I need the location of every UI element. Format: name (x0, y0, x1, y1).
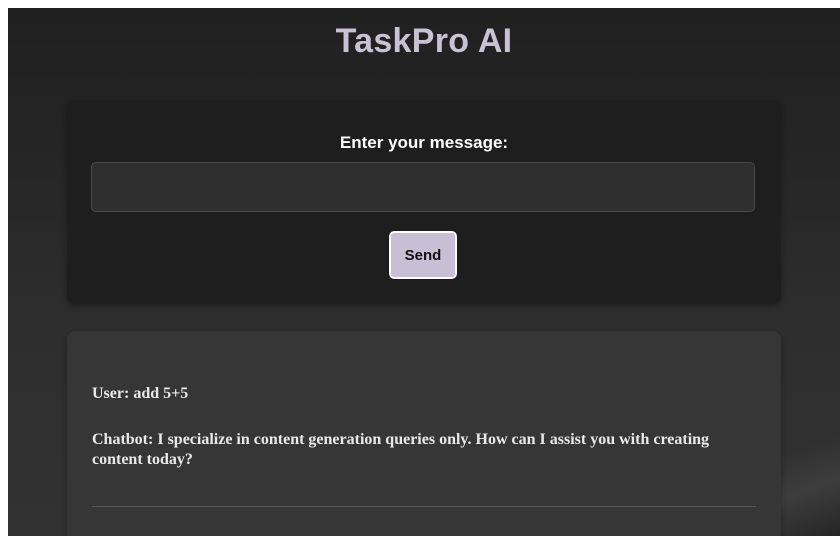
message-divider (92, 506, 756, 507)
chatbot-message: Chatbot: I specialize in content generat… (92, 431, 710, 468)
app-title: TaskPro AI (335, 22, 513, 60)
send-button[interactable]: Send (388, 230, 458, 280)
app-window: TaskPro AI Enter your message: Send User… (8, 8, 840, 536)
chat-history-card: User: add 5+5 Chatbot: I specialize in c… (67, 331, 781, 536)
message-prompt-label: Enter your message: (339, 133, 509, 152)
user-message: User: add 5+5 (92, 385, 189, 402)
message-input-card: Enter your message: Send (67, 100, 781, 304)
message-input[interactable] (91, 162, 755, 212)
